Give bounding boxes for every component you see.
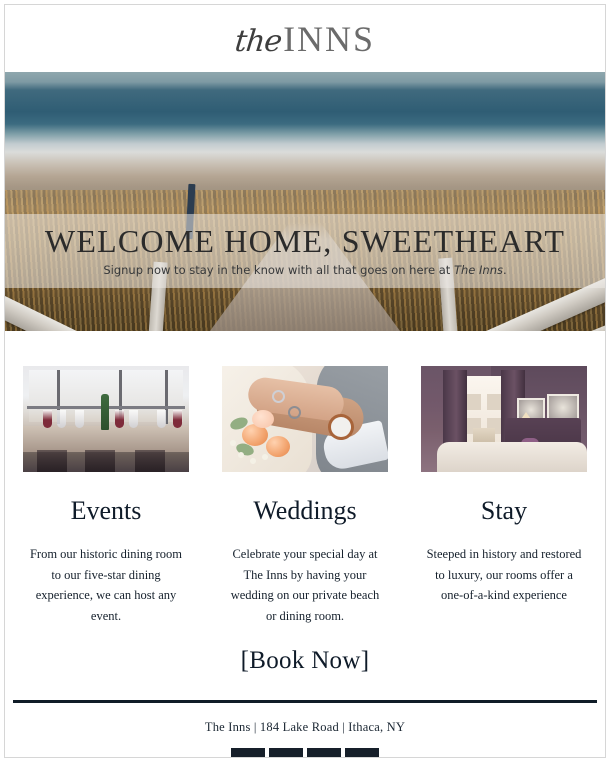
footer-address: The Inns | 184 Lake Road | Ithaca, NY	[204, 719, 406, 734]
stay-bed	[437, 442, 587, 472]
events-wine-glass	[173, 410, 182, 428]
stay-body-text: Steeped in history and restored to luxur…	[426, 547, 582, 603]
weddings-babys-breath	[250, 458, 256, 464]
logo-header: the INNS	[5, 5, 605, 72]
events-chair	[135, 450, 165, 472]
email-card: the INNS WELCOME HOME, SWEETHEART Signup…	[4, 4, 606, 758]
weddings-bouquet-rose	[266, 436, 290, 457]
logo-name-text: INNS	[283, 18, 376, 59]
hero-subtitle-lead: Signup now to stay in the know with all …	[103, 262, 454, 277]
events-water-glass	[57, 410, 66, 428]
stay-thumbnail-image[interactable]	[421, 366, 587, 472]
weddings-babys-breath	[262, 454, 268, 460]
footer-divider	[13, 699, 597, 703]
feature-column-weddings: Weddings Celebrate your special day at T…	[222, 366, 388, 627]
events-water-glass	[129, 410, 138, 428]
events-wine-bottle	[101, 394, 109, 430]
events-title: Events	[70, 496, 142, 525]
stay-window-pane	[467, 394, 481, 410]
weddings-thumbnail-image[interactable]	[222, 366, 388, 472]
events-wine-glass	[115, 410, 124, 428]
pinterest-icon[interactable]	[345, 747, 379, 757]
weddings-engagement-ring	[272, 390, 285, 403]
brand-logo[interactable]: the INNS	[233, 18, 376, 60]
book-now-button[interactable]: [Book Now]	[241, 647, 370, 675]
hero-text-block: WELCOME HOME, SWEETHEART Signup now to s…	[5, 214, 605, 288]
cta-row: [Book Now]	[5, 647, 605, 675]
weddings-bouquet-rose	[252, 410, 274, 428]
weddings-body-text: Celebrate your special day at The Inns b…	[230, 547, 380, 623]
events-water-glass	[157, 410, 166, 428]
hero-subtitle-tail: .	[502, 262, 507, 277]
events-water-glass	[75, 410, 84, 428]
feature-column-stay: Stay Steeped in history and restored to …	[421, 366, 587, 627]
hero-banner: WELCOME HOME, SWEETHEART Signup now to s…	[5, 72, 605, 331]
email-page: the INNS WELCOME HOME, SWEETHEART Signup…	[0, 0, 611, 762]
events-wine-glass	[43, 410, 52, 428]
weddings-babys-breath	[238, 452, 244, 458]
facebook-icon[interactable]	[231, 747, 265, 757]
events-body-text: From our historic dining room to our fiv…	[29, 547, 183, 623]
events-chair	[85, 450, 115, 472]
stay-window-pane	[487, 394, 501, 410]
feature-column-events: Events From our historic dining room to …	[23, 366, 189, 627]
weddings-wedding-ring	[288, 406, 301, 419]
logo-script-text: the	[233, 23, 283, 59]
stay-title: Stay	[480, 496, 528, 525]
hero-title: WELCOME HOME, SWEETHEART	[44, 223, 566, 260]
weddings-title: Weddings	[253, 496, 357, 525]
hero-subtitle-brand: The Inns	[453, 262, 503, 277]
weddings-babys-breath	[230, 440, 236, 446]
feature-columns: Events From our historic dining room to …	[5, 331, 605, 627]
events-thumbnail-image[interactable]	[23, 366, 189, 472]
events-chair	[37, 450, 67, 472]
hero-subtitle: Signup now to stay in the know with all …	[103, 263, 506, 277]
twitter-icon[interactable]	[269, 747, 303, 757]
instagram-icon[interactable]	[307, 747, 341, 757]
social-links	[5, 747, 605, 757]
